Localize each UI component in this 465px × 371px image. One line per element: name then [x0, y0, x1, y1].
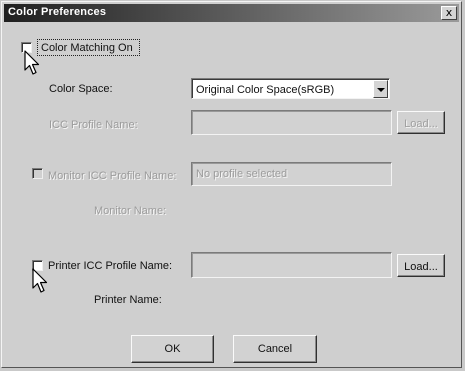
- mouse-pointer-icon: [24, 50, 40, 75]
- chevron-down-icon[interactable]: [373, 80, 388, 98]
- close-icon: x: [445, 6, 453, 19]
- cancel-button[interactable]: Cancel: [233, 335, 317, 363]
- icc-profile-label: ICC Profile Name:: [49, 119, 138, 131]
- icc-load-button[interactable]: Load...: [397, 111, 445, 134]
- color-matching-label[interactable]: Color Matching On: [41, 42, 133, 54]
- dialog-title: Color Preferences: [8, 6, 107, 18]
- close-button[interactable]: x: [441, 6, 457, 20]
- ok-label: OK: [164, 343, 181, 355]
- monitor-name-label: Monitor Name:: [94, 205, 167, 217]
- printer-icc-label[interactable]: Printer ICC Profile Name:: [48, 260, 172, 272]
- monitor-icc-label: Monitor ICC Profile Name:: [48, 170, 177, 182]
- title-bar: Color Preferences x: [4, 4, 459, 22]
- cancel-label: Cancel: [257, 343, 293, 355]
- icc-load-label: Load...: [404, 118, 438, 130]
- printer-icc-field: [191, 252, 392, 278]
- monitor-icc-value: No profile selected: [196, 168, 288, 180]
- monitor-icc-field: No profile selected: [191, 162, 392, 186]
- printer-load-label: Load...: [404, 261, 438, 273]
- mouse-pointer-icon: [32, 268, 48, 293]
- printer-load-button[interactable]: Load...: [397, 254, 445, 277]
- printer-name-label: Printer Name:: [94, 294, 162, 306]
- monitor-icc-checkbox[interactable]: [32, 168, 43, 179]
- ok-button[interactable]: OK: [131, 335, 214, 363]
- color-preferences-dialog: Color Preferences x Color Matching On Co…: [1, 1, 462, 368]
- icc-profile-field: [191, 110, 392, 135]
- color-space-value: Original Color Space(sRGB): [196, 84, 335, 96]
- color-space-label: Color Space:: [49, 83, 113, 95]
- color-space-select[interactable]: Original Color Space(sRGB): [191, 78, 390, 99]
